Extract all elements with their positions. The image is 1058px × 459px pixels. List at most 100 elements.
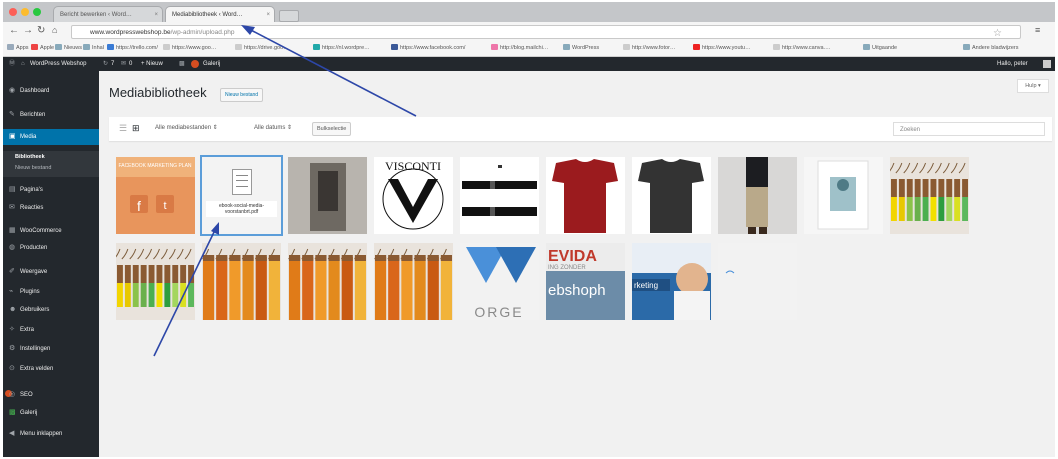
- bookmark-star-icon[interactable]: ☆: [993, 27, 1002, 41]
- search-input[interactable]: Zoeken: [893, 122, 1045, 136]
- media-tile[interactable]: [288, 157, 367, 234]
- submenu-item-bibliotheek[interactable]: Bibliotheek: [15, 154, 45, 160]
- minimize-window-icon[interactable]: [21, 8, 29, 16]
- bookmark-folder-icon: [83, 44, 90, 50]
- sidebar-item-menu-inklappen[interactable]: ◀ Menu inklappen: [3, 426, 99, 442]
- bookmark-item[interactable]: https://trello.com/: [107, 44, 158, 51]
- sidebar-item-reacties[interactable]: ✉ Reacties: [3, 200, 99, 216]
- bookmarks-bar: Apps Apple Nieuws Inhal https://trello.com/h…: [3, 42, 1055, 57]
- media-submenu: Bibliotheek Nieuw bestand: [3, 151, 99, 177]
- comments-icon[interactable]: ✉: [121, 57, 126, 71]
- media-tile[interactable]: [890, 157, 969, 234]
- bookmark-folder-icon: [391, 44, 398, 50]
- media-tile[interactable]: ORGE: [460, 243, 539, 320]
- sidebar-item-weergave[interactable]: ✐ Weergave: [3, 264, 99, 280]
- tab-mediabibliotheek[interactable]: Mediabibliotheek ‹ Word… ×: [165, 6, 275, 22]
- avatar[interactable]: [1043, 60, 1051, 68]
- tab-bericht[interactable]: Bericht bewerken ‹ Word… ×: [53, 6, 163, 22]
- updates-icon[interactable]: ↻: [103, 57, 108, 71]
- sidebar-item-extra[interactable]: ✧ Extra: [3, 322, 99, 338]
- bookmark-item[interactable]: Apps: [7, 44, 29, 51]
- bookmark-item[interactable]: Andere bladwijzers: [963, 44, 1018, 51]
- seo-badge-icon[interactable]: [191, 60, 199, 68]
- browser-window: Bericht bewerken ‹ Word… × Mediabibliothe…: [3, 2, 1055, 457]
- new-tab-button[interactable]: [279, 10, 299, 22]
- submenu-item-nieuw-bestand[interactable]: Nieuw bestand: [15, 165, 51, 171]
- updates-count[interactable]: 7: [111, 57, 114, 71]
- media-tile[interactable]: [116, 243, 195, 320]
- gallery-icon: ▩: [9, 409, 16, 416]
- media-tile[interactable]: ebook-social-media-voorstanbrt.pdf: [200, 155, 283, 236]
- close-tab-icon[interactable]: ×: [266, 7, 270, 22]
- bookmark-item[interactable]: https://www.goo…: [163, 44, 216, 51]
- tile-sub: ebshoph: [548, 282, 606, 299]
- grid-view-icon[interactable]: ⊞: [132, 124, 141, 133]
- zoom-window-icon[interactable]: [33, 8, 41, 16]
- media-tile[interactable]: [546, 157, 625, 234]
- tools-icon: ✧: [9, 326, 15, 333]
- woocommerce-icon: ▦: [9, 227, 16, 234]
- media-tile[interactable]: VISCONTI: [374, 157, 453, 234]
- comments-count[interactable]: 0: [129, 57, 132, 71]
- sidebar-item-media[interactable]: ▣ Media: [3, 129, 99, 145]
- list-view-icon[interactable]: ☰: [119, 124, 128, 133]
- bookmark-item[interactable]: https://nl.wordpre…: [313, 44, 370, 51]
- bookmark-item[interactable]: https://www.facebook.com/: [391, 44, 465, 51]
- bookmark-label: Andere bladwijzers: [972, 45, 1019, 51]
- sidebar-item-galerij[interactable]: ▩ Galerij: [3, 405, 99, 421]
- site-name-link[interactable]: WordPress Webshop: [30, 57, 86, 71]
- media-tile[interactable]: [374, 243, 453, 320]
- bookmark-item[interactable]: https://drive.goo…: [235, 44, 289, 51]
- sidebar-item-dashboard[interactable]: ◉ Dashboard: [3, 83, 99, 99]
- bookmark-item[interactable]: Inhal: [83, 44, 104, 51]
- close-tab-icon[interactable]: ×: [154, 7, 158, 22]
- sidebar-item-seo[interactable]: ◎ SEO: [3, 387, 99, 403]
- sidebar-item-gebruikers[interactable]: ☻ Gebruikers: [3, 302, 99, 318]
- media-tile[interactable]: [804, 157, 883, 234]
- media-tile[interactable]: [718, 243, 797, 320]
- sidebar-item-producten[interactable]: ◍ Producten: [3, 240, 99, 256]
- reload-icon[interactable]: ↻: [37, 25, 45, 36]
- media-tile[interactable]: [202, 243, 281, 320]
- bookmark-item[interactable]: http://www.fotor…: [623, 44, 675, 51]
- sidebar-item-pagina-s[interactable]: ▤ Pagina's: [3, 182, 99, 198]
- forward-icon[interactable]: →: [23, 25, 33, 36]
- menu-icon[interactable]: ≡: [1035, 25, 1040, 35]
- bookmark-item[interactable]: WordPress: [563, 44, 599, 51]
- sidebar-item-instellingen[interactable]: ⚙ Instellingen: [3, 341, 99, 357]
- bookmark-folder-icon: [55, 44, 62, 50]
- dashboard-icon: ◉: [9, 87, 16, 94]
- media-tile[interactable]: [632, 157, 711, 234]
- media-tile[interactable]: EVIDA ING ZONDER ebshoph: [546, 243, 625, 320]
- media-tile[interactable]: [288, 243, 367, 320]
- gallery-link[interactable]: Galerij: [203, 57, 220, 71]
- bulk-select-button[interactable]: Bulkselectie: [312, 122, 352, 136]
- bookmark-item[interactable]: http://www.canva.…: [773, 44, 831, 51]
- wordpress-logo-icon[interactable]: Ⓦ: [9, 57, 15, 71]
- bookmark-item[interactable]: https://www.youtu…: [693, 44, 751, 51]
- date-filter[interactable]: Alle datums ⇕: [254, 124, 292, 131]
- help-button[interactable]: Hulp ▾: [1017, 79, 1049, 93]
- bookmark-item[interactable]: Apple: [31, 44, 54, 51]
- gallery-icon[interactable]: ▩: [179, 57, 185, 71]
- sidebar-item-plugins[interactable]: ⌁ Plugins: [3, 284, 99, 300]
- add-new-button[interactable]: Nieuw bestand: [220, 88, 264, 102]
- media-tile[interactable]: [718, 157, 797, 234]
- close-window-icon[interactable]: [9, 8, 17, 16]
- sidebar-item-label: Menu inklappen: [20, 431, 63, 437]
- home-icon[interactable]: ⌂: [52, 25, 57, 35]
- back-icon[interactable]: ←: [9, 25, 19, 36]
- sidebar-item-woocommerce[interactable]: ▦ WooCommerce: [3, 223, 99, 239]
- media-tile[interactable]: FACEBOOK MARKETING PLAN f t: [116, 157, 195, 234]
- media-type-filter[interactable]: Alle mediabestanden ⇕: [155, 124, 218, 131]
- bookmark-item[interactable]: http://blog.mailchi…: [491, 44, 548, 51]
- greeting-link[interactable]: Hallo, peter: [997, 57, 1028, 71]
- bookmark-item[interactable]: Nieuws: [55, 44, 82, 51]
- new-content-link[interactable]: + Nieuw: [141, 57, 163, 71]
- address-bar[interactable]: www.wordpresswebshop.be/wp-admin/upload.…: [71, 25, 1021, 39]
- sidebar-item-extra-velden[interactable]: ⊙ Extra velden: [3, 361, 99, 377]
- media-tile[interactable]: [460, 157, 539, 234]
- media-tile[interactable]: rketing: [632, 243, 711, 320]
- bookmark-item[interactable]: Uitgaande: [863, 44, 897, 51]
- sidebar-item-berichten[interactable]: ✎ Berichten: [3, 107, 99, 123]
